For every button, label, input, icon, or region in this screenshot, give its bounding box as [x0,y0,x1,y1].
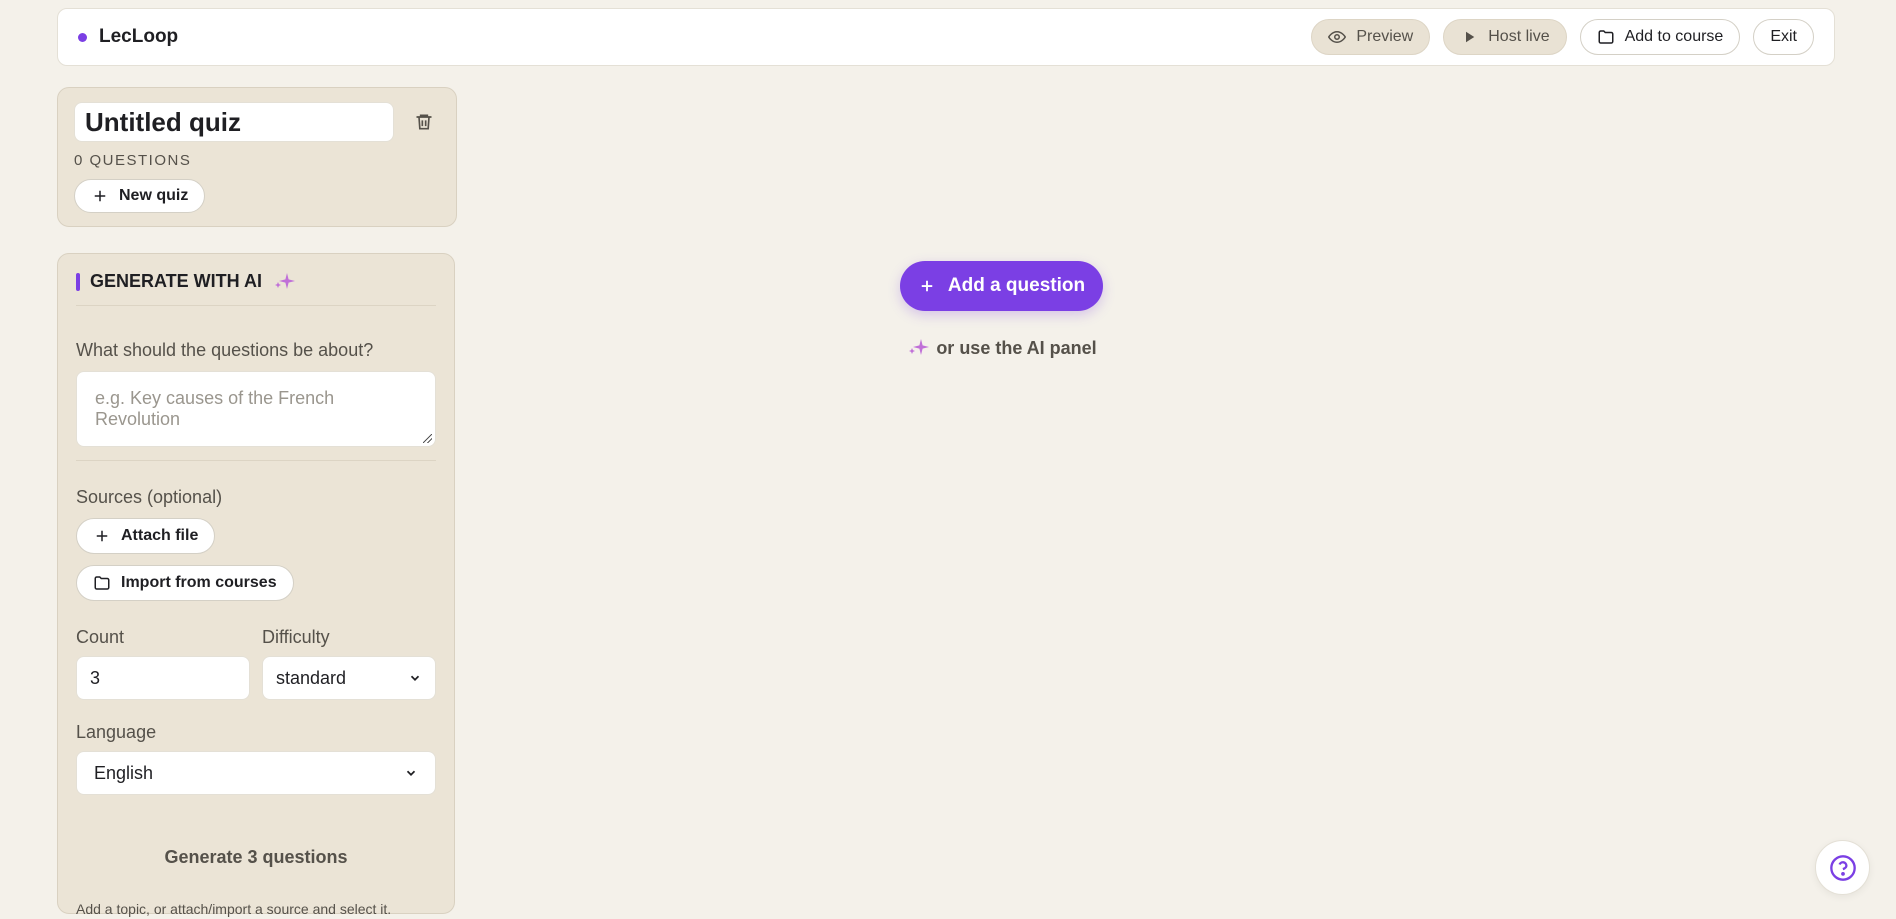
divider [76,460,436,461]
exit-button[interactable]: Exit [1753,19,1814,55]
difficulty-select[interactable]: standard [262,656,436,700]
new-quiz-label: New quiz [119,187,189,204]
host-live-label: Host live [1488,28,1550,45]
brand: LecLoop [78,26,178,48]
plus-icon [921,280,933,292]
count-input[interactable]: 3 [76,656,250,700]
sources-label: Sources (optional) [76,487,223,507]
import-from-courses-button[interactable]: Import from courses [76,565,294,601]
count-label: Count [76,627,125,647]
chevron-down-icon [406,770,416,776]
preview-label: Preview [1356,28,1414,45]
ai-panel: GENERATE WITH AI What should the questio… [57,253,455,917]
accent-bar [76,272,80,291]
delete-quiz-button[interactable] [412,110,436,134]
ai-panel-hint: or use the AI panel [900,337,1103,359]
help-button[interactable] [1815,840,1870,895]
chevron-down-icon [410,675,420,681]
plus-icon [96,530,108,542]
count-difficulty-row: Count 3 Difficulty standard [76,627,436,700]
resize-handle[interactable] [423,434,432,443]
plus-icon [94,190,106,202]
folder-icon [1598,30,1614,44]
question-count: 0 QUESTIONS [74,152,192,169]
top-bar-actions: Preview Host live Add to course Exit [1311,19,1814,55]
language-group: Language English [76,722,436,795]
quiz-title-row: Untitled quiz [74,102,440,142]
topic-placeholder: e.g. Key causes of the French Revolution [95,388,335,429]
generate-questions-button[interactable]: Generate 3 questions [76,839,436,875]
attach-file-button[interactable]: Attach file [76,518,216,554]
difficulty-value: standard [276,667,347,688]
add-to-course-label: Add to course [1624,28,1724,45]
sources-buttons: Attach file Import from courses [76,508,436,601]
topic-textarea[interactable]: e.g. Key causes of the French Revolution [76,371,436,447]
empty-state: Add a question or use the AI panel [900,261,1103,359]
language-value: English [94,762,154,783]
top-bar: LecLoop Preview Host live Add to course … [57,8,1835,66]
play-icon [1466,31,1475,43]
brand-dot-icon [78,32,87,42]
quiz-title-input[interactable]: Untitled quiz [74,102,394,142]
difficulty-column: Difficulty standard [262,627,436,700]
language-label: Language [76,722,157,742]
new-quiz-button[interactable]: New quiz [74,179,206,213]
preview-button[interactable]: Preview [1311,19,1431,55]
difficulty-label: Difficulty [262,627,330,647]
brand-name: LecLoop [99,26,179,47]
add-question-button[interactable]: Add a question [900,261,1103,311]
language-select[interactable]: English [76,751,436,795]
ai-panel-hint-label: or use the AI panel [936,337,1097,358]
sparkle-icon [275,272,295,289]
help-icon [1829,854,1856,881]
ai-panel-header: GENERATE WITH AI [76,254,436,306]
add-question-label: Add a question [947,275,1086,296]
count-value: 3 [90,667,101,688]
attach-file-label: Attach file [121,527,199,544]
add-to-course-button[interactable]: Add to course [1579,19,1741,55]
sparkle-icon [909,339,930,355]
import-label: Import from courses [121,574,277,591]
topic-label: What should the questions be about? [76,340,374,360]
eye-icon [1328,30,1347,44]
folder-icon [94,576,110,590]
quiz-card: Untitled quiz 0 QUESTIONS New quiz [57,87,457,227]
host-live-button[interactable]: Host live [1443,19,1567,55]
ai-panel-title: GENERATE WITH AI [90,271,262,291]
generate-hint: Add a topic, or attach/import a source a… [76,901,392,917]
count-column: Count 3 [76,627,250,700]
trash-icon [416,114,432,130]
